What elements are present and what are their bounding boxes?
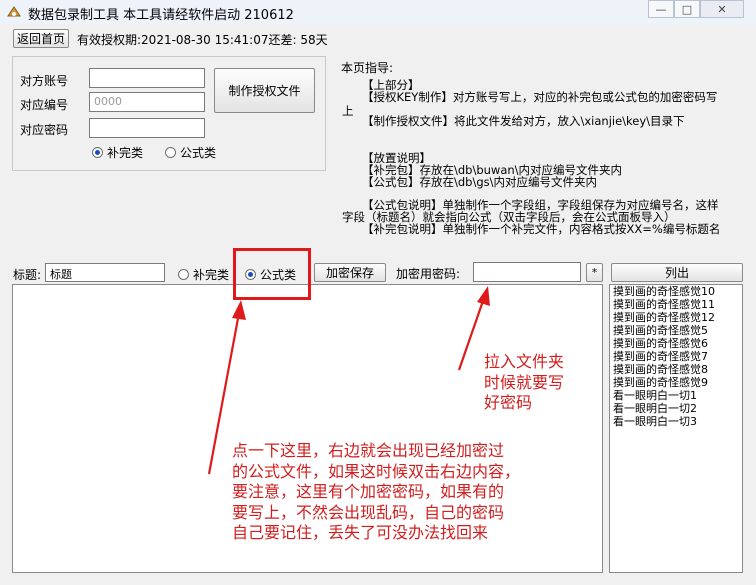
annotation-right: 拉入文件夹 时候就要写 好密码 — [484, 352, 564, 414]
annotation-line: 点一下这里，右边就会出现已经加密过 — [232, 441, 505, 460]
arrow-right-head — [477, 286, 490, 306]
annotation-line: 好密码 — [484, 393, 533, 412]
annotation-line: 时候就要写 — [484, 372, 565, 392]
annotation-line: 要注意，这里有个加密密码，如果有的 — [232, 482, 505, 501]
arrow-right-shaft — [457, 297, 486, 371]
annotation-line: 要写上，不然会出现乱码，自己的密码 — [232, 502, 505, 522]
annotation-line: 拉入文件夹 — [484, 352, 565, 371]
annotation-line: 的公式文件，如果这时候双击右边内容， — [232, 461, 521, 481]
annotation-left: 点一下这里，右边就会出现已经加密过 的公式文件，如果这时候双击右边内容， 要注意… — [232, 441, 520, 544]
arrow-left-head — [232, 300, 246, 320]
annotation-line: 自己要记住，丢失了可没办法找回来 — [232, 523, 489, 542]
